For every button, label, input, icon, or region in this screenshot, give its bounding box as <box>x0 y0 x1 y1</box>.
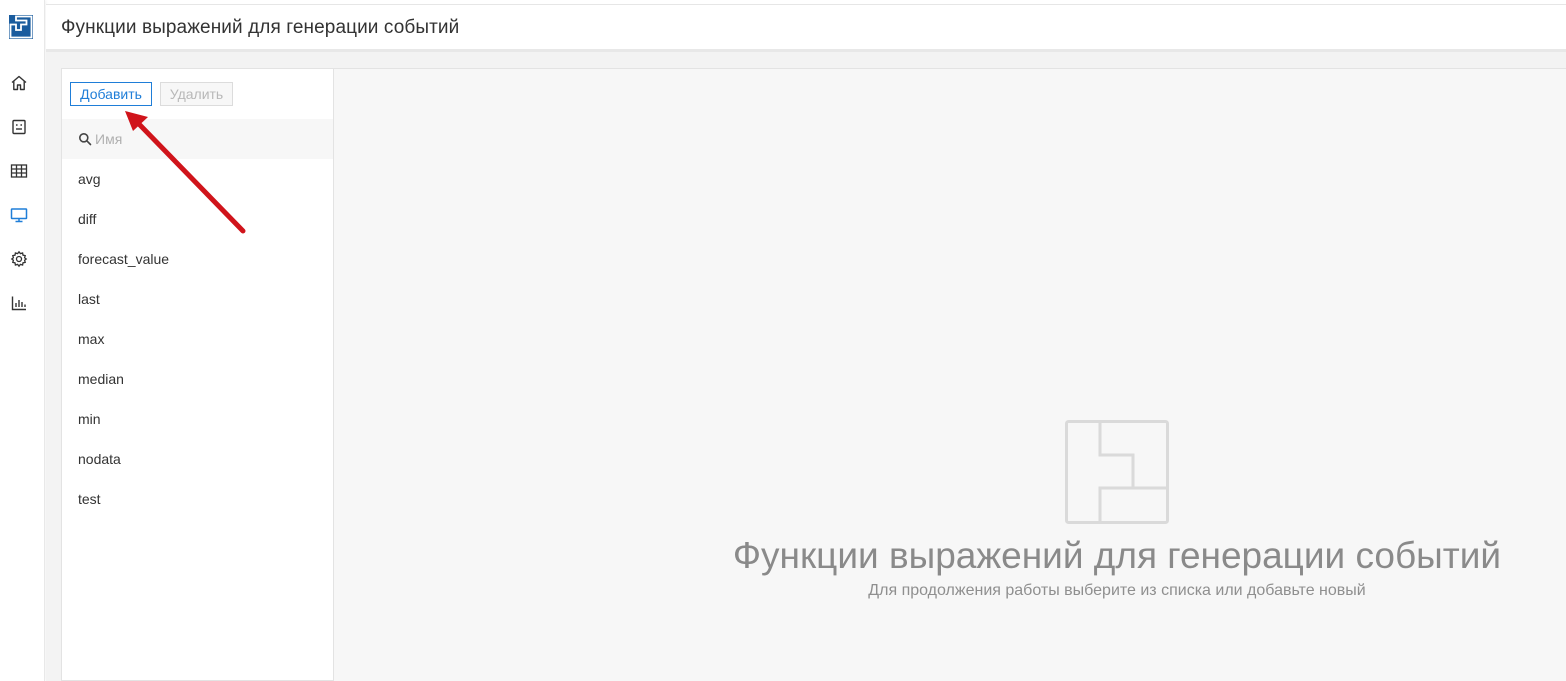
app-window: Функции выражений для генерации событий … <box>0 0 1566 681</box>
function-list: avg diff forecast_value last max median … <box>62 159 333 519</box>
home-icon[interactable] <box>10 74 28 92</box>
list-item[interactable]: max <box>62 319 333 359</box>
main-content: Добавить Удалить avg diff forecast_value… <box>46 52 1566 681</box>
search-bar <box>62 119 333 159</box>
empty-state-subtitle: Для продолжения работы выберите из списк… <box>868 582 1366 599</box>
list-item[interactable]: forecast_value <box>62 239 333 279</box>
search-input[interactable] <box>95 128 325 150</box>
page-title: Функции выражений для генерации событий <box>61 17 460 38</box>
delete-button[interactable]: Удалить <box>160 82 233 106</box>
empty-state-logo-icon <box>1065 420 1169 524</box>
app-logo-icon[interactable] <box>9 15 33 39</box>
list-item[interactable]: diff <box>62 199 333 239</box>
list-item[interactable]: nodata <box>62 439 333 479</box>
list-item[interactable]: avg <box>62 159 333 199</box>
nav-rail <box>0 0 45 681</box>
detail-panel: Функции выражений для генерации событий … <box>334 68 1566 681</box>
list-item[interactable]: median <box>62 359 333 399</box>
robot-icon[interactable] <box>10 118 28 136</box>
empty-state-title: Функции выражений для генерации событий <box>732 535 1502 576</box>
list-item[interactable]: min <box>62 399 333 439</box>
bar-chart-icon[interactable] <box>10 294 28 312</box>
search-icon <box>79 133 92 146</box>
table-icon[interactable] <box>10 162 28 180</box>
gear-icon[interactable] <box>10 250 28 268</box>
monitor-icon[interactable] <box>10 206 28 224</box>
page-header: Функции выражений для генерации событий <box>46 4 1566 52</box>
list-item[interactable]: test <box>62 479 333 519</box>
add-button[interactable]: Добавить <box>70 82 152 106</box>
function-list-panel: Добавить Удалить avg diff forecast_value… <box>61 68 334 681</box>
list-item[interactable]: last <box>62 279 333 319</box>
